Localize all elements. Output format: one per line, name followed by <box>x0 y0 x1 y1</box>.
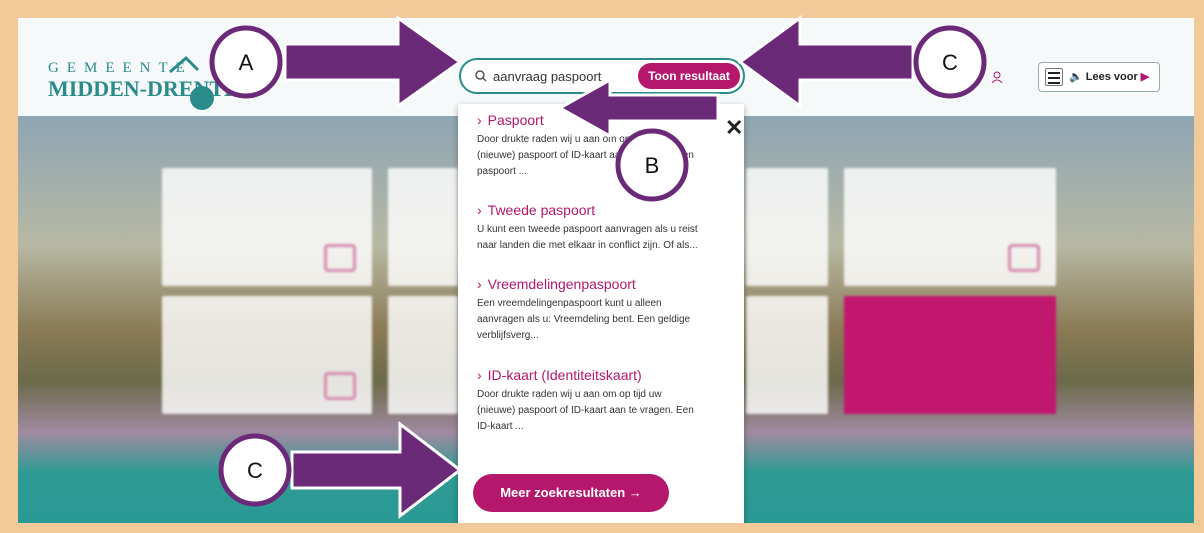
label-c-bottom: C <box>218 433 292 507</box>
arrow-c-top <box>737 15 915 109</box>
label-b: B <box>615 128 689 202</box>
svg-text:B: B <box>645 153 660 178</box>
label-c-top: C <box>913 25 987 99</box>
label-a: A <box>209 25 283 99</box>
annotation-overlay: A B C C <box>209 15 987 520</box>
arrow-c-bottom <box>290 420 463 520</box>
svg-text:C: C <box>247 458 263 483</box>
arrow-a <box>283 15 463 109</box>
svg-text:C: C <box>942 50 958 75</box>
svg-text:A: A <box>239 50 254 75</box>
arrow-b <box>556 77 720 139</box>
